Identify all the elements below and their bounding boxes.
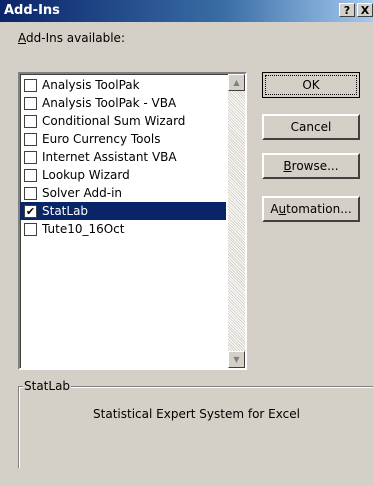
scrollbar[interactable]: ▲ ▼ (228, 74, 245, 368)
addins-list: Analysis ToolPak Analysis ToolPak - VBA Co… (20, 76, 226, 238)
window-title: Add-Ins (4, 3, 60, 18)
automation-button[interactable]: Automation... (262, 196, 360, 222)
scroll-up-icon[interactable]: ▲ (228, 74, 245, 91)
cancel-button[interactable]: Cancel (262, 114, 360, 140)
list-item-label: Solver Add-in (42, 186, 123, 200)
list-item-label: Tute10_16Oct (42, 222, 125, 236)
list-item-label: Analysis ToolPak (42, 78, 140, 92)
list-item-label: Analysis ToolPak - VBA (42, 96, 177, 110)
checkbox[interactable] (24, 79, 37, 92)
list-item-label: Conditional Sum Wizard (42, 114, 186, 128)
list-item[interactable]: Tute10_16Oct (20, 220, 226, 238)
browse-button[interactable]: Browse... (262, 153, 360, 179)
title-bar[interactable]: Add-Ins ? X (0, 0, 373, 22)
list-item[interactable]: Analysis ToolPak (20, 76, 226, 94)
checkbox[interactable] (24, 151, 37, 164)
scroll-down-icon[interactable]: ▼ (228, 351, 245, 368)
addins-available-label: Add-Ins available: (18, 31, 125, 45)
browse-accel: B (283, 159, 292, 173)
checkbox[interactable] (24, 169, 37, 182)
checkbox[interactable] (24, 187, 37, 200)
list-item[interactable]: Internet Assistant VBA (20, 148, 226, 166)
ok-button-label: OK (265, 75, 357, 95)
automation-rest: tomation... (286, 202, 352, 216)
addins-listbox[interactable]: Analysis ToolPak Analysis ToolPak - VBA Co… (18, 72, 247, 370)
addins-label-rest: dd-Ins available: (26, 31, 125, 45)
list-item[interactable]: Analysis ToolPak - VBA (20, 94, 226, 112)
checkbox[interactable] (24, 223, 37, 236)
automation-pre: A (270, 202, 279, 216)
close-button[interactable]: X (357, 3, 373, 17)
list-item[interactable]: ✔ StatLab (20, 202, 226, 220)
list-item[interactable]: Solver Add-in (20, 184, 226, 202)
checkbox[interactable] (24, 115, 37, 128)
addin-description: Statistical Expert System for Excel (93, 407, 300, 421)
list-item-label: StatLab (42, 204, 89, 218)
list-item[interactable]: Euro Currency Tools (20, 130, 226, 148)
help-button[interactable]: ? (339, 3, 355, 17)
checkbox[interactable] (24, 133, 37, 146)
list-item[interactable]: Lookup Wizard (20, 166, 226, 184)
checkbox[interactable]: ✔ (24, 205, 37, 218)
list-item[interactable]: Conditional Sum Wizard (20, 112, 226, 130)
checkbox[interactable] (24, 97, 37, 110)
ok-button[interactable]: OK (262, 72, 360, 98)
list-item-label: Internet Assistant VBA (42, 150, 177, 164)
browse-rest: rowse... (291, 159, 339, 173)
list-item-label: Euro Currency Tools (42, 132, 161, 146)
description-groupbox: StatLab Statistical Expert System for Ex… (18, 379, 373, 468)
addins-label-accel: A (18, 31, 26, 45)
automation-accel: u (278, 202, 287, 216)
list-item-label: Lookup Wizard (42, 168, 130, 182)
group-title: StatLab (23, 379, 72, 393)
